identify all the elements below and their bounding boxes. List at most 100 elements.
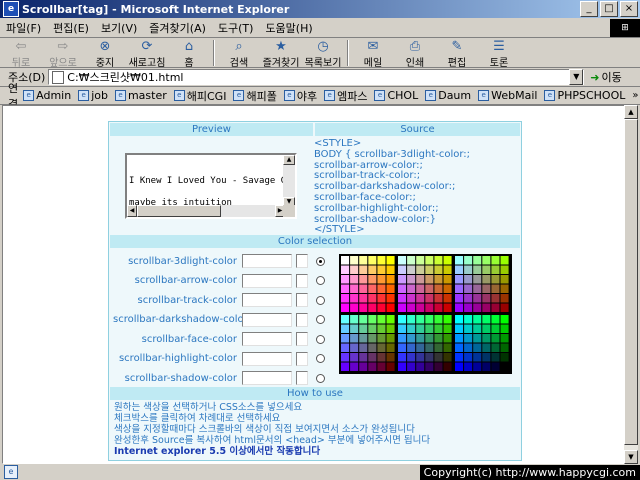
palette-color-cell[interactable]	[434, 343, 443, 353]
palette-color-cell[interactable]	[434, 303, 443, 313]
palette-color-cell[interactable]	[407, 256, 416, 265]
palette-color-cell[interactable]	[473, 315, 482, 324]
address-dropdown-button[interactable]: ▼	[569, 69, 584, 85]
palette-color-cell[interactable]	[443, 256, 452, 265]
palette-color-cell[interactable]	[455, 275, 464, 284]
palette-color-cell[interactable]	[491, 343, 500, 353]
search-button[interactable]: ⌕ 검색	[218, 40, 260, 70]
palette-color-cell[interactable]	[491, 284, 500, 294]
palette-color-cell[interactable]	[341, 275, 350, 284]
palette-color-cell[interactable]	[359, 343, 368, 353]
print-button[interactable]: ⎙ 인쇄	[394, 40, 436, 70]
palette-color-cell[interactable]	[455, 362, 464, 372]
palette-color-cell[interactable]	[500, 303, 509, 313]
menu-help[interactable]: 도움말(H)	[259, 20, 318, 36]
link-admin[interactable]: e Admin	[23, 89, 71, 102]
palette-color-cell[interactable]	[359, 353, 368, 362]
menu-edit[interactable]: 편집(E)	[47, 20, 95, 36]
palette-color-cell[interactable]	[398, 284, 407, 294]
palette-color-cell[interactable]	[473, 256, 482, 265]
palette-color-cell[interactable]	[473, 284, 482, 294]
palette-color-cell[interactable]	[425, 362, 434, 372]
minimize-button[interactable]: _	[580, 1, 598, 17]
palette-color-cell[interactable]	[434, 265, 443, 275]
palette-color-cell[interactable]	[377, 294, 386, 303]
palette-color-cell[interactable]	[464, 265, 473, 275]
palette-color-cell[interactable]	[407, 315, 416, 324]
palette-color-cell[interactable]	[434, 284, 443, 294]
palette-color-cell[interactable]	[359, 256, 368, 265]
palette-color-cell[interactable]	[350, 294, 359, 303]
forward-button[interactable]: ⇨ 앞으로	[42, 40, 84, 70]
palette-color-cell[interactable]	[425, 334, 434, 343]
palette-color-cell[interactable]	[398, 362, 407, 372]
palette-color-cell[interactable]	[416, 265, 425, 275]
palette-color-cell[interactable]	[482, 343, 491, 353]
palette-color-cell[interactable]	[350, 256, 359, 265]
palette-color-cell[interactable]	[386, 324, 395, 334]
palette-color-cell[interactable]	[386, 294, 395, 303]
discuss-button[interactable]: ☰ 토론	[478, 40, 520, 70]
palette-color-cell[interactable]	[386, 334, 395, 343]
palette-color-cell[interactable]	[464, 343, 473, 353]
palette-color-cell[interactable]	[491, 362, 500, 372]
palette-color-cell[interactable]	[359, 362, 368, 372]
link-phpschool[interactable]: e PHPSCHOOL	[544, 89, 625, 102]
palette-color-cell[interactable]	[416, 343, 425, 353]
go-button[interactable]: ➜ 이동	[590, 69, 621, 85]
palette-color-cell[interactable]	[377, 284, 386, 294]
link-master[interactable]: e master	[114, 89, 167, 102]
palette-color-cell[interactable]	[416, 303, 425, 313]
palette-color-cell[interactable]	[482, 303, 491, 313]
color-palette[interactable]	[339, 254, 512, 374]
palette-color-cell[interactable]	[416, 334, 425, 343]
color-value-input[interactable]	[242, 273, 292, 288]
palette-color-cell[interactable]	[482, 315, 491, 324]
palette-color-cell[interactable]	[464, 284, 473, 294]
palette-color-cell[interactable]	[443, 265, 452, 275]
palette-color-cell[interactable]	[368, 324, 377, 334]
palette-color-cell[interactable]	[398, 256, 407, 265]
palette-color-cell[interactable]	[500, 315, 509, 324]
palette-color-cell[interactable]	[482, 265, 491, 275]
palette-color-cell[interactable]	[443, 343, 452, 353]
palette-color-cell[interactable]	[416, 294, 425, 303]
palette-color-cell[interactable]	[434, 315, 443, 324]
palette-color-cell[interactable]	[500, 334, 509, 343]
palette-color-cell[interactable]	[368, 256, 377, 265]
palette-color-cell[interactable]	[455, 284, 464, 294]
palette-color-cell[interactable]	[500, 284, 509, 294]
palette-color-cell[interactable]	[341, 294, 350, 303]
palette-color-cell[interactable]	[434, 294, 443, 303]
link-happycgi[interactable]: e 해피CGI	[173, 88, 226, 104]
palette-color-cell[interactable]	[386, 303, 395, 313]
palette-color-cell[interactable]	[341, 334, 350, 343]
scroll-left-arrow-icon[interactable]: ◀	[127, 205, 137, 217]
palette-color-cell[interactable]	[377, 362, 386, 372]
link-empas[interactable]: e 엠파스	[324, 88, 367, 104]
palette-color-cell[interactable]	[443, 294, 452, 303]
palette-color-cell[interactable]	[455, 324, 464, 334]
links-more-button[interactable]: »	[632, 90, 638, 101]
palette-color-cell[interactable]	[416, 284, 425, 294]
palette-color-cell[interactable]	[473, 353, 482, 362]
palette-color-cell[interactable]	[425, 294, 434, 303]
palette-color-cell[interactable]	[482, 256, 491, 265]
palette-color-cell[interactable]	[434, 275, 443, 284]
palette-color-cell[interactable]	[350, 315, 359, 324]
palette-color-cell[interactable]	[407, 343, 416, 353]
palette-color-cell[interactable]	[341, 256, 350, 265]
palette-color-cell[interactable]	[443, 284, 452, 294]
palette-color-cell[interactable]	[482, 275, 491, 284]
palette-color-cell[interactable]	[398, 275, 407, 284]
palette-color-cell[interactable]	[434, 256, 443, 265]
palette-color-cell[interactable]	[455, 334, 464, 343]
palette-color-cell[interactable]	[482, 324, 491, 334]
palette-color-cell[interactable]	[407, 265, 416, 275]
scroll-up-arrow-icon[interactable]: ▲	[624, 105, 638, 119]
palette-color-cell[interactable]	[443, 315, 452, 324]
palette-color-cell[interactable]	[359, 334, 368, 343]
palette-color-cell[interactable]	[491, 294, 500, 303]
palette-color-cell[interactable]	[359, 324, 368, 334]
palette-color-cell[interactable]	[398, 315, 407, 324]
